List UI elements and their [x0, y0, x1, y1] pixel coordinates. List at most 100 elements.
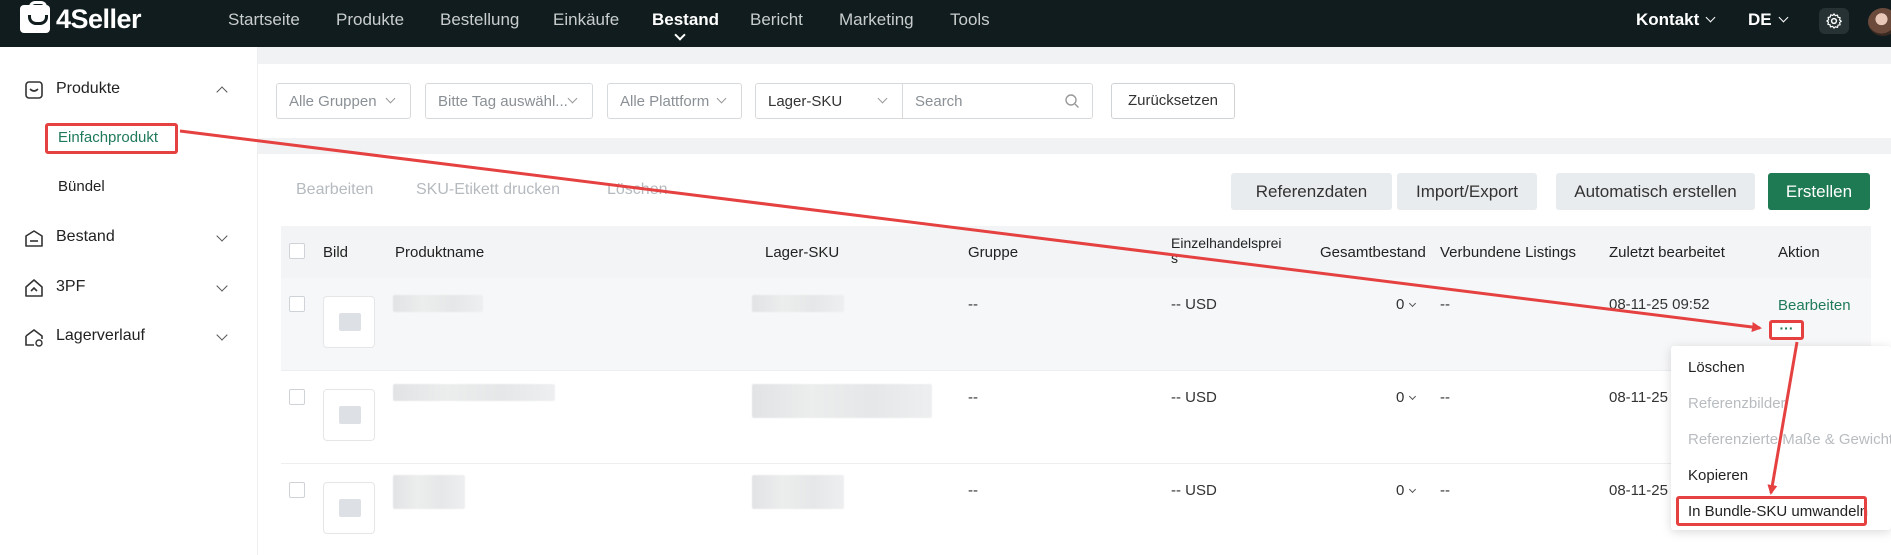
group-filter-select[interactable]: Alle Gruppen: [276, 83, 411, 119]
menu-item-copy[interactable]: Kopieren: [1688, 467, 1748, 484]
logo-bag-icon: [20, 1, 50, 33]
row-stock[interactable]: 0: [1396, 296, 1417, 313]
row-stock-value: 0: [1396, 296, 1405, 313]
table-row[interactable]: [281, 278, 1871, 370]
menu-item-reference-dimensions: Referenzierte Maße & Gewicht: [1688, 431, 1891, 448]
contact-menu[interactable]: Kontakt: [1636, 10, 1716, 30]
nav-bestellung[interactable]: Bestellung: [440, 10, 519, 30]
import-export-button[interactable]: Import/Export: [1397, 173, 1537, 210]
chevron-down-icon: [1778, 12, 1789, 23]
product-image-placeholder-icon: [323, 482, 375, 534]
search-icon[interactable]: [1064, 93, 1080, 109]
sku-type-value: Lager-SKU: [768, 93, 843, 110]
column-header-listings: Verbundene Listings: [1440, 244, 1576, 261]
search-placeholder: Search: [915, 93, 963, 110]
search-input[interactable]: Search: [902, 83, 1093, 119]
column-header-price-line1: Einzelhandelsprei: [1171, 235, 1282, 251]
chevron-down-icon: [1705, 12, 1716, 23]
menu-item-delete[interactable]: Löschen: [1688, 359, 1745, 376]
chevron-down-icon: [385, 93, 396, 104]
product-name-redacted: [393, 475, 465, 509]
product-image-placeholder-icon: [323, 389, 375, 441]
product-name-redacted: [393, 384, 555, 401]
language-menu[interactable]: DE: [1748, 10, 1789, 30]
row-edited: 08-11-25 09:52: [1609, 296, 1710, 313]
chevron-down-icon: [716, 93, 727, 104]
row-stock-value: 0: [1396, 482, 1405, 499]
row-edit-link[interactable]: Bearbeiten: [1778, 297, 1851, 314]
auto-create-button[interactable]: Automatisch erstellen: [1556, 173, 1755, 210]
nav-einkaeufe[interactable]: Einkäufe: [553, 10, 619, 30]
row-group: --: [968, 482, 978, 499]
nav-produkte[interactable]: Produkte: [336, 10, 404, 30]
settings-button[interactable]: [1819, 8, 1849, 34]
gear-icon: [1826, 13, 1842, 29]
chevron-down-icon: [216, 230, 228, 242]
reference-data-button[interactable]: Referenzdaten: [1231, 173, 1392, 210]
row-more-button[interactable]: ···: [1769, 320, 1804, 340]
column-header-price-line2: s: [1171, 250, 1178, 266]
tag-filter-value: Bitte Tag auswähl...: [438, 93, 568, 110]
sidebar-group-label: Produkte: [56, 80, 121, 97]
sidebar-group-lagerverlauf[interactable]: Lagerverlauf: [22, 325, 232, 349]
platform-filter-select[interactable]: Alle Plattform: [607, 83, 742, 119]
sidebar-group-label: 3PF: [56, 278, 86, 295]
chevron-down-icon: [216, 280, 228, 292]
product-image-placeholder-icon: [323, 296, 375, 348]
language-label: DE: [1748, 10, 1772, 29]
app-logo[interactable]: 4Seller: [56, 4, 142, 35]
nav-marketing[interactable]: Marketing: [839, 10, 914, 30]
row-edited: 08-11-25: [1609, 389, 1668, 406]
column-header-group: Gruppe: [968, 244, 1019, 261]
product-name-redacted: [393, 295, 483, 312]
chevron-down-icon: [877, 93, 888, 104]
user-avatar[interactable]: [1868, 8, 1891, 36]
row-checkbox[interactable]: [289, 482, 305, 498]
nav-startseite[interactable]: Startseite: [228, 10, 300, 30]
row-divider: [281, 463, 1871, 464]
nav-bericht[interactable]: Bericht: [750, 10, 803, 30]
sidebar-group-3pf[interactable]: 3PF: [22, 276, 232, 300]
sku-type-select[interactable]: Lager-SKU: [755, 83, 903, 119]
row-checkbox[interactable]: [289, 296, 305, 312]
history-icon: [25, 329, 43, 347]
bulk-edit-button[interactable]: Bearbeiten: [296, 181, 373, 199]
select-all-checkbox[interactable]: [289, 243, 305, 259]
sidebar-group-label: Lagerverlauf: [56, 327, 145, 344]
bulk-delete-button[interactable]: Löschen: [607, 181, 668, 199]
chevron-down-icon: [1409, 485, 1417, 494]
row-checkbox[interactable]: [289, 389, 305, 405]
column-header-action: Aktion: [1778, 244, 1820, 261]
sidebar-group-bestand[interactable]: Bestand: [22, 226, 232, 250]
row-price: -- USD: [1171, 389, 1217, 406]
row-price: -- USD: [1171, 296, 1217, 313]
box-icon: [25, 81, 43, 99]
product-sku-redacted: [752, 295, 844, 312]
row-group: --: [968, 389, 978, 406]
column-header-stock: Gesamtbestand: [1320, 244, 1426, 261]
column-header-edited: Zuletzt bearbeitet: [1609, 244, 1725, 261]
platform-filter-value: Alle Plattform: [620, 93, 710, 110]
tag-filter-select[interactable]: Bitte Tag auswähl...: [425, 83, 593, 119]
row-divider: [281, 370, 1871, 371]
sidebar-item-buendel[interactable]: Bündel: [58, 178, 105, 195]
row-stock[interactable]: 0: [1396, 389, 1417, 406]
chevron-down-icon: [1409, 392, 1417, 401]
print-sku-label-button[interactable]: SKU-Etikett drucken: [416, 181, 560, 199]
row-listings: --: [1440, 296, 1450, 313]
annotation-highlight-convert-bundle: [1676, 496, 1867, 526]
column-header-price: Einzelhandelsprei s: [1171, 235, 1282, 266]
nav-tools[interactable]: Tools: [950, 10, 990, 30]
row-listings: --: [1440, 482, 1450, 499]
reset-button[interactable]: Zurücksetzen: [1111, 83, 1235, 119]
nav-bestand[interactable]: Bestand: [652, 10, 719, 30]
chevron-down-icon: [216, 329, 228, 341]
column-header-name: Produktname: [395, 244, 485, 261]
sidebar-group-produkte[interactable]: Produkte: [22, 78, 232, 102]
row-group: --: [968, 296, 978, 313]
create-button[interactable]: Erstellen: [1768, 173, 1870, 210]
row-stock[interactable]: 0: [1396, 482, 1417, 499]
row-stock-value: 0: [1396, 389, 1405, 406]
column-header-image: Bild: [323, 244, 349, 261]
annotation-highlight-einfachprodukt: [45, 123, 178, 154]
